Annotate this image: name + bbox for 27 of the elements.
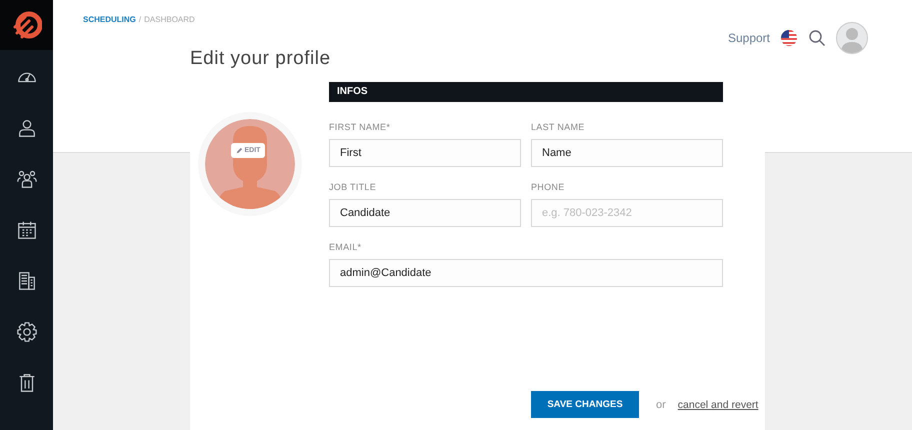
flag-icon[interactable] [780,28,798,46]
settings-icon[interactable] [16,321,38,343]
field-label: FIRST NAME* [329,122,392,132]
support-link[interactable]: Support [728,30,770,44]
cancel-link[interactable]: cancel and revert [678,398,758,410]
logo-icon[interactable] [12,11,42,39]
field-label: EMAIL* [329,242,362,252]
pencil-icon [236,147,242,154]
breadcrumb-separator: / [138,15,142,24]
field-label: JOB TITLE [329,182,378,192]
profile-silhouette-icon[interactable] [204,119,294,209]
or-text: or [656,398,666,410]
save-changes-button[interactable]: SAVE CHANGES [531,391,639,418]
input-field[interactable]: First [329,139,521,167]
input-field[interactable]: e.g. 780-023-2342 [531,199,723,227]
input-field[interactable]: Candidate [329,199,521,227]
input-field[interactable]: admin@Candidate [329,259,723,287]
breadcrumb-current: DASHBOARD [144,15,195,24]
search-icon[interactable] [808,28,826,46]
breadcrumb-link[interactable]: SCHEDULING [83,15,136,24]
field-label: PHONE [531,182,566,192]
field-label: LAST NAME [531,122,586,132]
page-title: Edit your profile [190,48,332,70]
users-icon[interactable] [16,168,38,190]
section-header: INFOS [329,82,723,102]
input-field[interactable]: Name [531,139,723,167]
calendar-icon[interactable] [16,219,38,241]
